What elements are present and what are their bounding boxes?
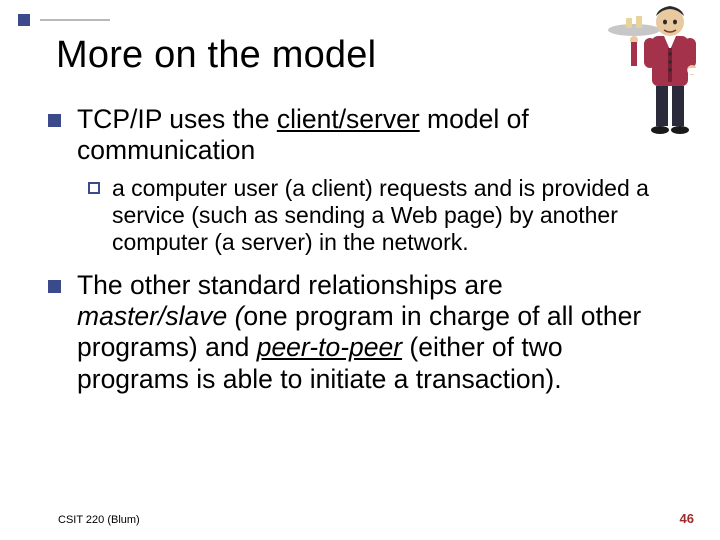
- corner-decoration: [18, 14, 108, 26]
- text-segment: TCP/IP uses the: [77, 104, 277, 134]
- bullet-level1: The other standard relationships are mas…: [48, 270, 660, 395]
- slide-number: 46: [680, 511, 694, 526]
- text-underlined: client/server: [277, 104, 420, 134]
- open-square-bullet-icon: [88, 182, 100, 194]
- bullet-level2: a computer user (a client) requests and …: [88, 175, 660, 256]
- text-segment: The other standard relationships are: [77, 270, 503, 300]
- text-underlined-italic: peer-to-peer: [257, 332, 402, 362]
- footer-course: CSIT 220 (Blum): [58, 514, 140, 526]
- bullet-level1: TCP/IP uses the client/server model of c…: [48, 104, 660, 167]
- bullet-text: The other standard relationships are mas…: [77, 270, 660, 395]
- slide-title: More on the model: [56, 34, 376, 77]
- square-bullet-icon: [48, 114, 61, 127]
- square-bullet-icon: [48, 280, 61, 293]
- bullet-text: TCP/IP uses the client/server model of c…: [77, 104, 660, 167]
- text-italic: master/slave (: [77, 301, 243, 331]
- bullet-text: a computer user (a client) requests and …: [112, 175, 660, 256]
- slide-body: TCP/IP uses the client/server model of c…: [48, 104, 660, 403]
